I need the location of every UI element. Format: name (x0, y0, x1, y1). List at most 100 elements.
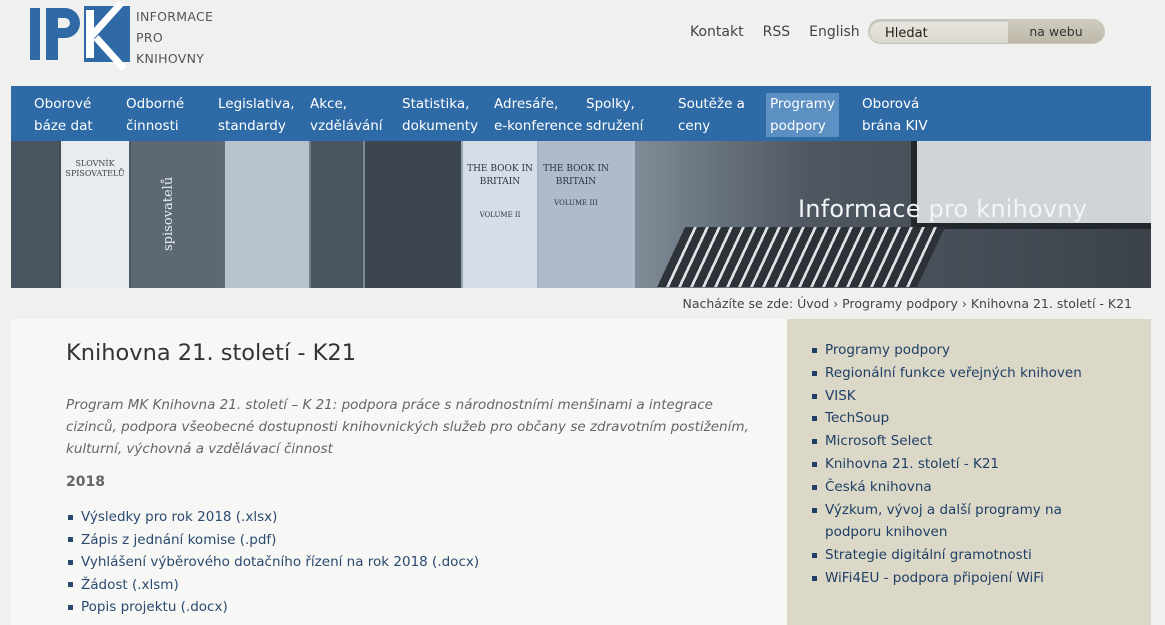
sidebar-item-label: Programy podpory (825, 342, 951, 358)
banner-book: THE BOOK IN BRITAIN VOLUME II (463, 141, 537, 288)
book-text: VOLUME III (554, 199, 598, 207)
nav-label-line2: dokumenty (402, 118, 479, 134)
document-label: Vyhlášení výběrového dotačního řízení na… (81, 554, 480, 570)
search-scope-button[interactable]: na webu (1008, 20, 1104, 43)
bullet-icon (812, 507, 817, 513)
nav-label-line1: Soutěže a (678, 96, 745, 112)
nav-label-line1: Programy (770, 96, 835, 112)
bullet-icon (812, 439, 817, 445)
sidebar-item-microsoft-select[interactable]: Microsoft Select (812, 430, 1122, 453)
nav-label-line2: činnosti (126, 118, 179, 134)
banner-keyboard (657, 227, 945, 287)
banner-book (311, 141, 363, 288)
sidebar-item-techsoup[interactable]: TechSoup (812, 407, 1122, 430)
kontakt-link[interactable]: Kontakt (690, 24, 744, 40)
nav-item-adresare[interactable]: Adresáře, e-konference (471, 86, 583, 141)
banner-book (365, 141, 461, 288)
sidebar-item-regionalni-funkce[interactable]: Regionální funkce veřejných knihoven (812, 362, 1122, 385)
sidebar-item-label: Výzkum, vývoj a další programy na podpor… (825, 501, 1062, 541)
nav-label-line1: Legislativa, (218, 96, 295, 112)
document-label: Zápis z jednání komise (.pdf) (81, 531, 277, 548)
english-link[interactable]: English (809, 24, 860, 40)
nav-active-highlight: Programy podpory (766, 93, 839, 137)
sidebar-item-strategie[interactable]: Strategie digitální gramotnosti (812, 544, 1122, 567)
nav-label-line2: podpory (770, 118, 826, 134)
document-link[interactable]: Výsledky pro rok 2018 (.xlsx) (68, 506, 479, 529)
nav-label-line2: ceny (678, 118, 711, 134)
search-input[interactable] (883, 23, 1007, 43)
sidebar-item-label: Knihovna 21. století - K21 (825, 455, 1000, 472)
sidebar-item-label: Česká knihovna (825, 478, 932, 495)
sidebar-item-label: TechSoup (825, 410, 890, 427)
sidebar-item-ceska-knihovna[interactable]: Česká knihovna (812, 476, 1122, 499)
sidebar-item-visk[interactable]: VISK (812, 385, 1122, 408)
nav-label-line1: Odborné (126, 96, 185, 112)
sidebar-item-programy-podpory[interactable]: Programy podpory (812, 339, 1122, 362)
nav-label-line2: e-konference (494, 118, 583, 134)
nav-label-line2: báze dat (34, 118, 93, 134)
document-link[interactable]: Zápis z jednání komise (.pdf) (68, 529, 479, 552)
program-description: Program MK Knihovna 21. století – K 21: … (66, 397, 749, 457)
bullet-icon (68, 514, 73, 520)
site-logo[interactable]: INFORMACE PRO KNIHOVNY (30, 0, 213, 72)
nav-label-line1: Adresáře, (494, 96, 559, 112)
bullet-icon (812, 484, 817, 490)
sidebar-item-label: VISK (825, 387, 856, 404)
search-box: na webu (868, 19, 1105, 44)
rss-link[interactable]: RSS (763, 24, 791, 40)
banner-book (11, 141, 59, 288)
nav-item-spolky[interactable]: Spolky, sdružení (563, 86, 655, 141)
sidebar-item-wifi4eu[interactable]: WiFi4EU - podpora připojení WiFi (812, 567, 1122, 590)
nav-label-line2: sdružení (586, 118, 644, 134)
ipk-logo-mark (30, 0, 130, 72)
page-title: Knihovna 21. století - K21 (66, 340, 357, 366)
nav-item-statistika[interactable]: Statistika, dokumenty (379, 86, 479, 141)
book-text: SLOVNÍK SPISOVATELŮ (65, 159, 125, 178)
sidebar-item-label: Regionální funkce veřejných knihoven (825, 364, 1082, 381)
banner-title: Informace pro knihovny (798, 195, 1088, 223)
nav-item-souteze[interactable]: Soutěže a ceny (655, 86, 747, 141)
bullet-icon (68, 582, 73, 588)
banner-book: spisovatelů (131, 141, 223, 288)
sidebar-item-vyzkum-vyvoj[interactable]: Výzkum, vývoj a další programy na podpor… (812, 499, 1122, 545)
main-nav: Oborové báze dat Odborné činnosti Legislat… (11, 86, 1151, 141)
document-list: Výsledky pro rok 2018 (.xlsx) Zápis z je… (68, 506, 479, 619)
nav-label-line1: Oborové (34, 96, 92, 112)
logo-text: INFORMACE PRO KNIHOVNY (136, 6, 213, 69)
banner-book (225, 141, 309, 288)
banner-book: SLOVNÍK SPISOVATELŮ (61, 141, 129, 288)
document-link[interactable]: Popis projektu (.docx) (68, 596, 479, 619)
year-heading: 2018 (66, 474, 105, 490)
top-links: Kontakt RSS English (690, 24, 879, 40)
bullet-icon (68, 537, 73, 543)
nav-item-odborne-cinnosti[interactable]: Odborné činnosti (103, 86, 195, 141)
page: INFORMACE PRO KNIHOVNY Kontakt RSS Engli… (0, 0, 1165, 625)
bullet-icon (812, 348, 817, 353)
document-label: Popis projektu (.docx) (81, 599, 228, 615)
bullet-icon (812, 575, 817, 581)
nav-item-oborova-brana[interactable]: Oborová brána KIV (839, 86, 931, 141)
sidebar-item-label: Microsoft Select (825, 433, 933, 450)
nav-item-legislativa[interactable]: Legislativa, standardy (195, 86, 295, 141)
bullet-icon (812, 461, 817, 467)
nav-label-line1: Akce, (310, 96, 348, 112)
sidebar-item-label: Strategie digitální gramotnosti (825, 547, 1032, 564)
nav-label-line1: Statistika, (402, 96, 470, 112)
document-link[interactable]: Vyhlášení výběrového dotačního řízení na… (68, 551, 479, 574)
nav-label-line2: standardy (218, 118, 286, 134)
logo-line-3: KNIHOVNY (136, 51, 205, 66)
book-text: spisovatelů (161, 176, 176, 251)
document-label: Výsledky pro rok 2018 (.xlsx) (81, 509, 278, 525)
nav-item-akce[interactable]: Akce, vzdělávání (287, 86, 383, 141)
breadcrumb: Nacházíte se zde: Úvod › Programy podpor… (682, 296, 1132, 311)
nav-item-programy-podpory[interactable]: Programy podpory (747, 86, 839, 141)
bullet-icon (812, 553, 817, 559)
bullet-icon (68, 604, 73, 610)
sidebar-item-k21[interactable]: Knihovna 21. století - K21 (812, 453, 1122, 476)
nav-item-oborove-baze-dat[interactable]: Oborové báze dat (11, 86, 103, 141)
bullet-icon (812, 393, 817, 399)
nav-label-line1: Oborová (862, 96, 920, 112)
document-link[interactable]: Žádost (.xlsm) (68, 574, 479, 597)
sidebar-nav: Programy podpory Regionální funkce veřej… (812, 339, 1122, 590)
nav-label-line2: vzdělávání (310, 118, 383, 134)
